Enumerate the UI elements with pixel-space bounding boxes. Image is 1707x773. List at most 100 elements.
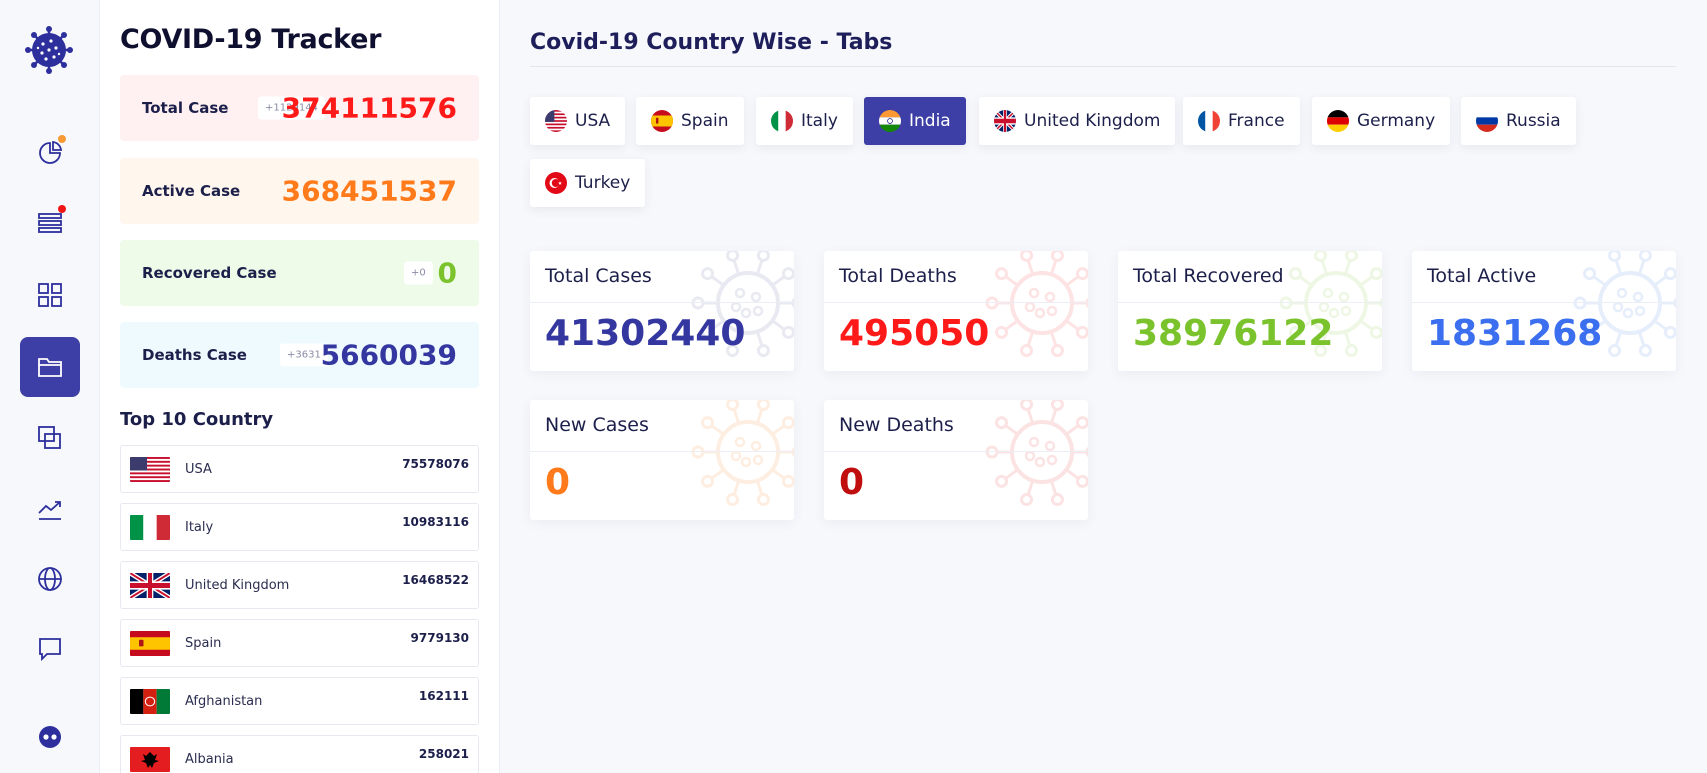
country-value: 258021 — [418, 747, 469, 761]
flag-it-icon — [771, 110, 793, 132]
flag-it-icon — [130, 515, 170, 540]
country-value: 75578076 — [402, 457, 469, 471]
card-title: New Deaths — [839, 414, 954, 436]
flag-gb-icon — [130, 573, 170, 598]
tab-label: Turkey — [575, 173, 631, 193]
card-divider — [824, 451, 1088, 452]
total-case-card: Total Case +1129144 374111576 — [120, 75, 479, 141]
card-divider — [530, 451, 794, 452]
layers-icon — [38, 426, 61, 449]
country-value: 162111 — [418, 689, 469, 703]
card-divider — [530, 302, 794, 303]
nav-grid[interactable] — [20, 265, 80, 325]
top-country-heading: Top 10 Country — [120, 409, 274, 430]
total-cases-card: Total Cases 41302440 — [530, 251, 794, 371]
country-row[interactable]: Italy 10983116 — [120, 503, 479, 551]
nav-pie-chart[interactable] — [20, 123, 80, 183]
flag-ru-icon — [1476, 110, 1498, 132]
flag-al-icon — [130, 747, 170, 772]
tab-italy[interactable]: Italy — [756, 97, 853, 145]
country-row[interactable]: Afghanistan 162111 — [120, 677, 479, 725]
country-value: 16468522 — [402, 573, 469, 587]
tab-label: India — [909, 111, 951, 131]
tab-germany[interactable]: Germany — [1312, 97, 1451, 145]
nav-user[interactable] — [20, 707, 80, 767]
country-name: United Kingdom — [185, 578, 290, 593]
tab-usa[interactable]: USA — [530, 97, 626, 145]
deaths-case-value: 5660039 — [320, 338, 457, 372]
nav-globe[interactable] — [20, 549, 80, 609]
tab-india[interactable]: India — [864, 97, 966, 145]
total-active-card: Total Active 1831268 — [1412, 251, 1676, 371]
tab-turkey[interactable]: Turkey — [530, 159, 646, 207]
user-icon — [39, 726, 61, 748]
flag-tr-icon — [545, 172, 567, 194]
new-cases-card: New Cases 0 — [530, 400, 794, 520]
nav-chat[interactable] — [20, 619, 80, 679]
active-case-label: Active Case — [142, 182, 241, 200]
chat-icon — [39, 638, 61, 662]
tab-russia[interactable]: Russia — [1461, 97, 1576, 145]
tab-united-kingdom[interactable]: United Kingdom — [979, 97, 1176, 145]
country-value: 9779130 — [410, 631, 469, 645]
tab-label: Italy — [801, 111, 838, 131]
folder-icon — [38, 358, 62, 377]
total-case-value: 374111576 — [281, 91, 457, 125]
nav-folder[interactable] — [20, 337, 80, 397]
flag-fr-icon — [1198, 110, 1220, 132]
deaths-case-label: Deaths Case — [142, 346, 247, 364]
deaths-case-card: Deaths Case +3631 5660039 — [120, 322, 479, 388]
card-title: Total Recovered — [1133, 265, 1284, 287]
card-title: Total Deaths — [839, 265, 957, 287]
total-recovered-card: Total Recovered 38976122 — [1118, 251, 1382, 371]
flag-us-icon — [545, 110, 567, 132]
card-value: 38976122 — [1133, 313, 1334, 354]
total-deaths-card: Total Deaths 495050 — [824, 251, 1088, 371]
flag-in-icon — [879, 110, 901, 132]
pie-chart-icon — [39, 140, 63, 164]
active-case-card: Active Case 368451537 — [120, 158, 479, 224]
stats-sidebar: COVID-19 Tracker Total Case +1129144 374… — [100, 0, 500, 773]
grid-icon — [38, 283, 62, 307]
card-value: 495050 — [839, 313, 990, 354]
card-title: Total Cases — [545, 265, 652, 287]
notification-dot — [58, 205, 66, 213]
flag-us-icon — [130, 457, 170, 482]
tab-label: United Kingdom — [1024, 111, 1161, 131]
icon-rail — [0, 0, 100, 773]
flag-es-icon — [651, 110, 673, 132]
nav-trend[interactable] — [20, 479, 80, 539]
virus-watermark-icon — [985, 400, 1088, 507]
virus-logo-icon[interactable] — [25, 26, 73, 74]
country-row[interactable]: USA 75578076 — [120, 445, 479, 493]
recovered-case-label: Recovered Case — [142, 264, 277, 282]
title-divider — [530, 66, 1676, 67]
card-title: New Cases — [545, 414, 649, 436]
active-case-value: 368451537 — [281, 174, 457, 208]
globe-icon — [38, 567, 62, 591]
app-title: COVID-19 Tracker — [120, 24, 382, 55]
nav-list[interactable] — [20, 193, 80, 253]
country-name: USA — [185, 462, 212, 477]
country-row[interactable]: Spain 9779130 — [120, 619, 479, 667]
notification-dot — [58, 135, 66, 143]
card-value: 0 — [545, 462, 571, 503]
trend-icon — [38, 501, 61, 520]
tab-spain[interactable]: Spain — [636, 97, 744, 145]
card-value: 1831268 — [1427, 313, 1603, 354]
card-value: 0 — [839, 462, 865, 503]
country-row[interactable]: United Kingdom 16468522 — [120, 561, 479, 609]
nav-layers[interactable] — [20, 408, 80, 468]
country-value: 10983116 — [402, 515, 469, 529]
tab-label: Germany — [1357, 111, 1436, 131]
country-name: Afghanistan — [185, 694, 263, 709]
card-value: 41302440 — [545, 313, 746, 354]
country-name: Spain — [185, 636, 222, 651]
country-row[interactable]: Albania 258021 — [120, 735, 479, 773]
country-name: Italy — [185, 520, 214, 535]
tab-label: Spain — [681, 111, 729, 131]
flag-af-icon — [130, 689, 170, 714]
tab-label: USA — [575, 111, 611, 131]
tab-france[interactable]: France — [1183, 97, 1300, 145]
recovered-case-value: 0 — [437, 256, 457, 290]
